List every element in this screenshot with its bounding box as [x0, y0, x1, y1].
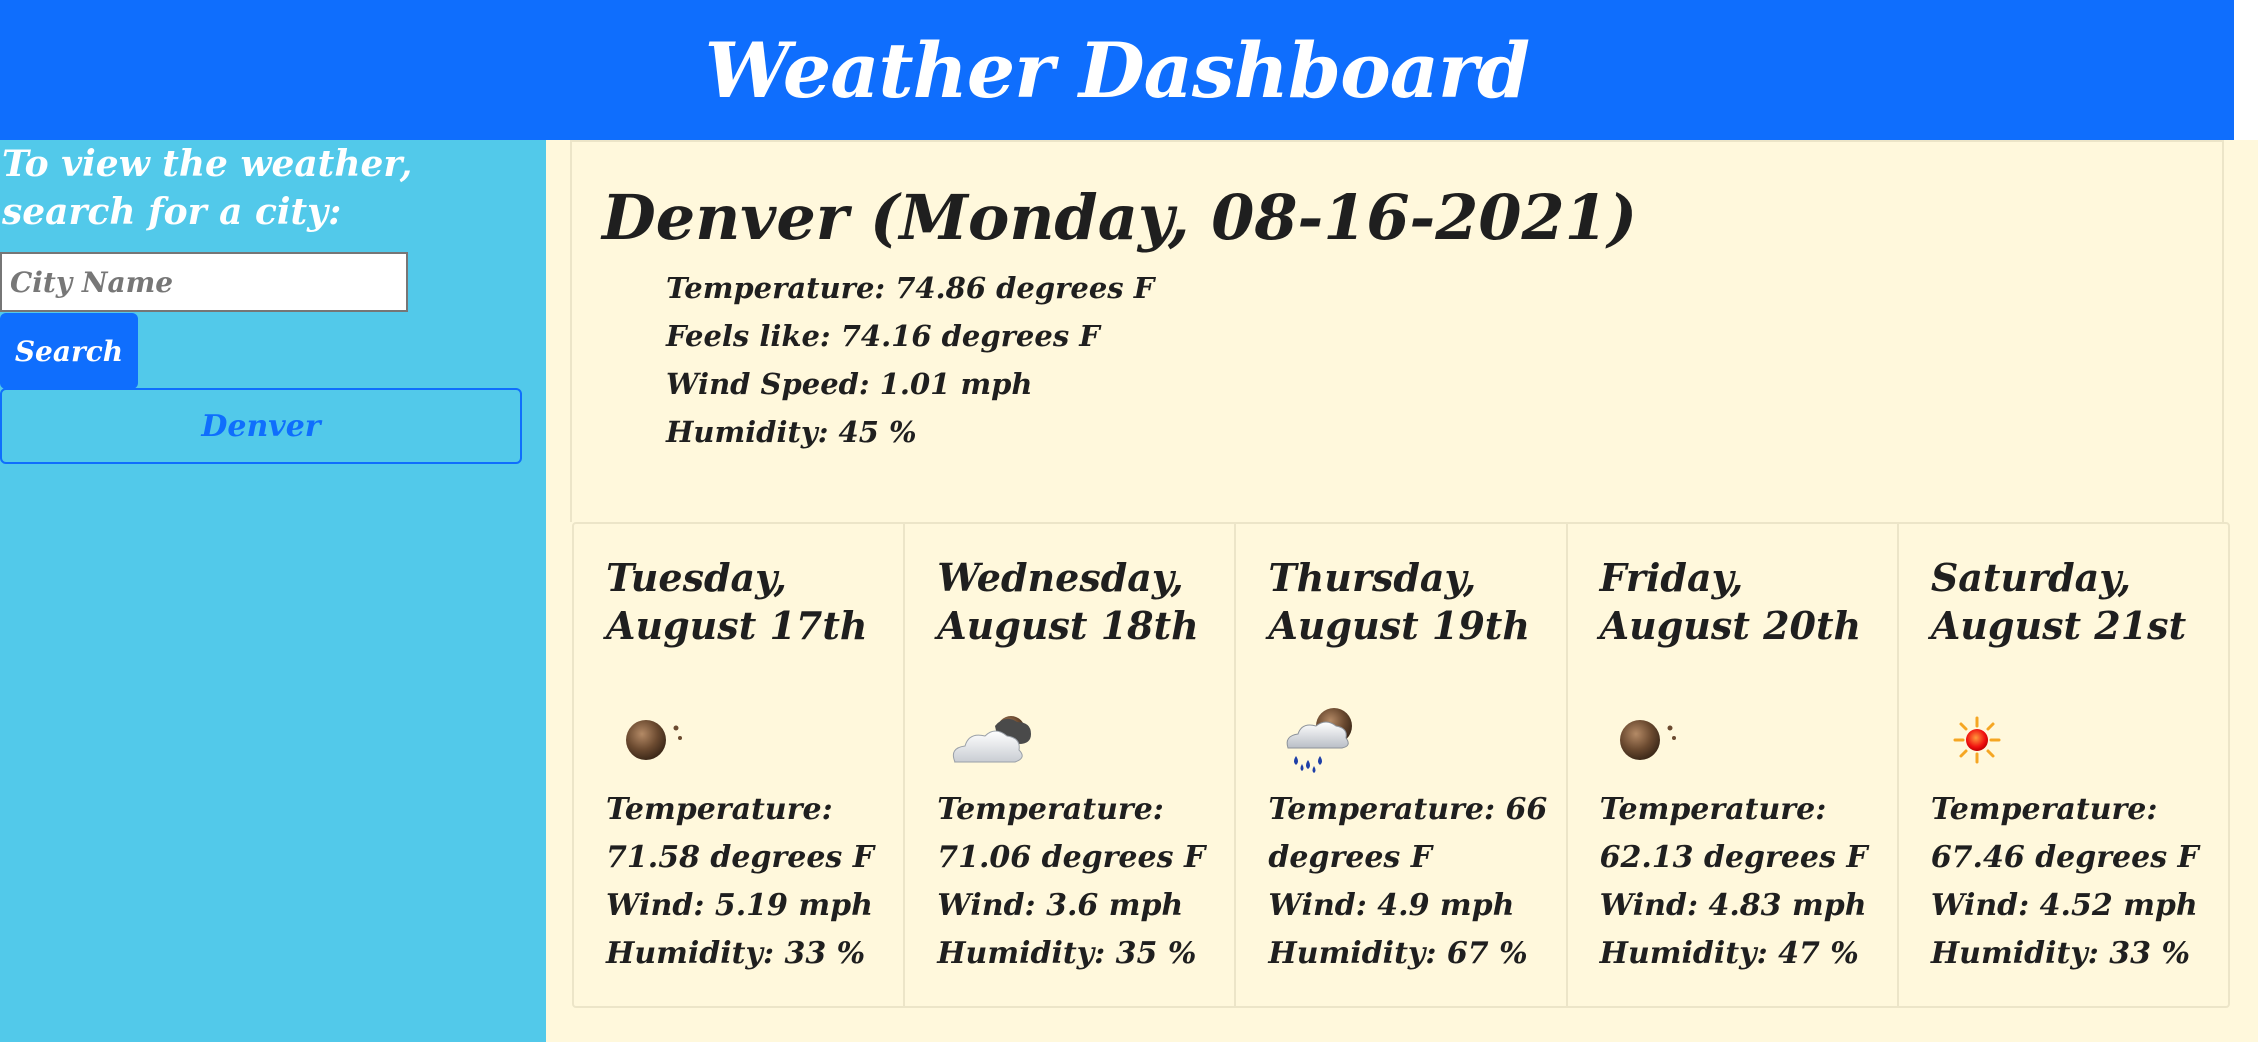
five-day-forecast: Tuesday, August 17th Temperature: 71.58 …	[572, 522, 2230, 1008]
forecast-card-day-3: Thursday, August 19th Temperature: 66 de…	[1236, 524, 1568, 1006]
page-header: Weather Dashboard	[0, 0, 2234, 140]
forecast-date: Tuesday, August 17th	[606, 555, 868, 648]
forecast-wind: Wind: 4.9 mph	[1268, 888, 1515, 923]
forecast-stats: Temperature: 62.13 degrees F Wind: 4.83 …	[1600, 786, 1890, 978]
forecast-temperature: Temperature: 71.58 degrees F	[606, 792, 875, 875]
forecast-humidity: Humidity: 35 %	[937, 936, 1197, 971]
forecast-wind: Wind: 4.52 mph	[1930, 888, 2198, 923]
weather-main: Denver (Monday, 08-16-2021) Temperature:…	[546, 140, 2258, 1042]
sun-icon	[1953, 716, 2001, 764]
forecast-temperature: Temperature: 66 degrees F	[1268, 792, 1548, 875]
forecast-temperature: Temperature: 62.13 degrees F	[1599, 792, 1868, 875]
search-prompt: To view the weather, search for a city:	[2, 143, 413, 233]
night-clear-moon-icon	[626, 720, 682, 760]
current-humidity: Humidity: 45 %	[666, 415, 917, 449]
forecast-wind: Wind: 5.19 mph	[606, 888, 873, 923]
current-wind-speed: Wind Speed: 1.01 mph	[666, 367, 1033, 401]
current-temperature: Temperature: 74.86 degrees F	[666, 271, 1155, 305]
forecast-card-day-5: Saturday, August 21st Temperature: 67.46…	[1899, 524, 2228, 1006]
forecast-card-day-2: Wednesday, August 18th Temperature: 71.0…	[905, 524, 1237, 1006]
forecast-temperature: Temperature: 71.06 degrees F	[937, 792, 1206, 875]
current-city-date: Denver (Monday, 08-16-2021)	[602, 181, 1638, 254]
current-feels-like: Feels like: 74.16 degrees F	[666, 319, 1100, 353]
search-sidebar: To view the weather, search for a city: …	[0, 140, 546, 1042]
forecast-card-day-1: Tuesday, August 17th Temperature: 71.58 …	[574, 524, 906, 1006]
forecast-wind: Wind: 3.6 mph	[937, 888, 1184, 923]
forecast-stats: Temperature: 67.46 degrees F Wind: 4.52 …	[1931, 786, 2221, 978]
search-history-denver-button[interactable]: Denver	[0, 388, 522, 464]
night-rain-icon	[1287, 708, 1353, 773]
night-clear-moon-icon	[1619, 720, 1676, 760]
city-search-input[interactable]	[0, 252, 408, 312]
search-button[interactable]: Search	[0, 313, 138, 389]
forecast-card-day-4: Friday, August 20th Temperature: 62.13 d…	[1568, 524, 1899, 1006]
forecast-stats: Temperature: 71.06 degrees F Wind: 3.6 m…	[937, 786, 1227, 978]
forecast-humidity: Humidity: 33 %	[606, 936, 866, 971]
forecast-temperature: Temperature: 67.46 degrees F	[1930, 792, 2199, 875]
night-cloudy-icon	[953, 716, 1032, 763]
forecast-date: Saturday, August 21st	[1930, 555, 2187, 648]
current-weather-stats: Temperature: 74.86 degrees F Feels like:…	[666, 264, 1154, 456]
forecast-humidity: Humidity: 47 %	[1599, 936, 1859, 971]
forecast-date: Thursday, August 19th	[1268, 555, 1530, 648]
forecast-humidity: Humidity: 67 %	[1268, 936, 1528, 971]
page-title: Weather Dashboard	[704, 25, 1530, 115]
forecast-stats: Temperature: 71.58 degrees F Wind: 5.19 …	[606, 786, 896, 978]
forecast-humidity: Humidity: 33 %	[1930, 936, 2190, 971]
forecast-wind: Wind: 4.83 mph	[1599, 888, 1867, 923]
current-weather-card: Denver (Monday, 08-16-2021) Temperature:…	[570, 140, 2224, 522]
forecast-date: Wednesday, August 18th	[937, 555, 1199, 648]
forecast-date: Friday, August 20th	[1599, 555, 1862, 648]
forecast-stats: Temperature: 66 degrees F Wind: 4.9 mph …	[1268, 786, 1558, 978]
